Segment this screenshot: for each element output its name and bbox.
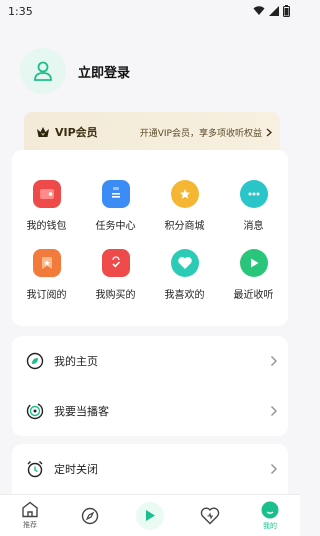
list-label: 定时关闭 [54, 463, 98, 476]
list-item-sleep-timer[interactable]: 定时关闭 [12, 444, 288, 494]
grid-label: 我购买的 [95, 290, 136, 301]
chevron-right-icon [270, 463, 278, 475]
grid-label: 任务中心 [95, 221, 136, 232]
grid-label: 积分商城 [164, 221, 205, 232]
tab-favorites[interactable] [180, 495, 240, 536]
grid-label: 我喜欢的 [164, 290, 205, 301]
list-item-homepage[interactable]: 我的主页 [12, 336, 288, 386]
profile-header[interactable]: 立即登录 [20, 48, 130, 94]
home-icon [22, 501, 38, 518]
heart-icon [200, 507, 220, 524]
grid-item-recent-listen[interactable]: 最近收听 [219, 249, 288, 301]
vip-description: 开通VIP会员，享多项收听权益 [139, 128, 262, 139]
chevron-right-icon [270, 355, 278, 367]
grid-item-favorites[interactable]: 我喜欢的 [150, 249, 219, 301]
avatar[interactable] [20, 48, 66, 94]
status-time: 1:35 [8, 4, 33, 18]
vip-crown-icon [37, 127, 49, 137]
play-icon[interactable] [136, 501, 164, 530]
vip-banner[interactable]: VIP会员 开通VIP会员，享多项收听权益 [24, 112, 280, 152]
tab-label: 我的 [263, 521, 277, 530]
grid-item-purchased[interactable]: 我购买的 [81, 249, 150, 301]
subscription-icon [32, 249, 61, 277]
grid-label: 我的钱包 [26, 221, 67, 232]
points-mall-icon [170, 180, 199, 208]
wallet-icon [32, 180, 61, 208]
task-icon [101, 180, 130, 208]
grid-item-subscribed[interactable]: 我订阅的 [12, 249, 81, 301]
favorite-icon [170, 249, 199, 277]
vip-title: VIP会员 [55, 126, 98, 139]
grid-item-messages[interactable]: 消息 [219, 180, 288, 232]
chevron-right-icon [266, 128, 272, 136]
homepage-icon [26, 352, 44, 370]
message-icon [239, 180, 268, 208]
grid-item-wallet[interactable]: 我的钱包 [12, 180, 81, 232]
chevron-right-icon [270, 405, 278, 417]
bottom-tab-bar: 推荐 我的 [0, 494, 300, 536]
status-bar: 1:35 [0, 0, 300, 22]
grid-item-task-center[interactable]: 任务中心 [81, 180, 150, 232]
podcast-icon [26, 402, 44, 420]
list-item-become-podcaster[interactable]: 我要当播客 [12, 386, 288, 436]
purchased-icon [101, 249, 130, 277]
wifi-icon [253, 6, 265, 15]
grid-label: 消息 [243, 221, 264, 232]
settings-list-card: 我的主页 我要当播客 [12, 336, 288, 436]
user-avatar-icon [34, 61, 52, 81]
profile-icon [261, 501, 279, 518]
tab-label: 推荐 [23, 521, 37, 529]
login-link[interactable]: 立即登录 [78, 62, 130, 81]
tab-recommend[interactable]: 推荐 [0, 495, 60, 536]
list-label: 我要当播客 [54, 405, 109, 418]
function-grid-card: 我的钱包 任务中心 积分商城 消息 我订阅的 我购买的 我喜欢的 最近收听 [12, 150, 288, 326]
tab-player[interactable] [120, 495, 180, 536]
list-label: 我的主页 [54, 355, 98, 368]
battery-icon [283, 5, 290, 17]
recent-listen-icon [239, 249, 268, 277]
status-icons [253, 5, 290, 17]
signal-icon [269, 6, 279, 16]
alarm-icon [26, 460, 44, 478]
tab-mine[interactable]: 我的 [240, 495, 300, 536]
tab-discover[interactable] [60, 495, 120, 536]
grid-item-points-mall[interactable]: 积分商城 [150, 180, 219, 232]
grid-label: 最近收听 [233, 290, 274, 301]
compass-icon [81, 507, 99, 524]
grid-label: 我订阅的 [26, 290, 67, 301]
